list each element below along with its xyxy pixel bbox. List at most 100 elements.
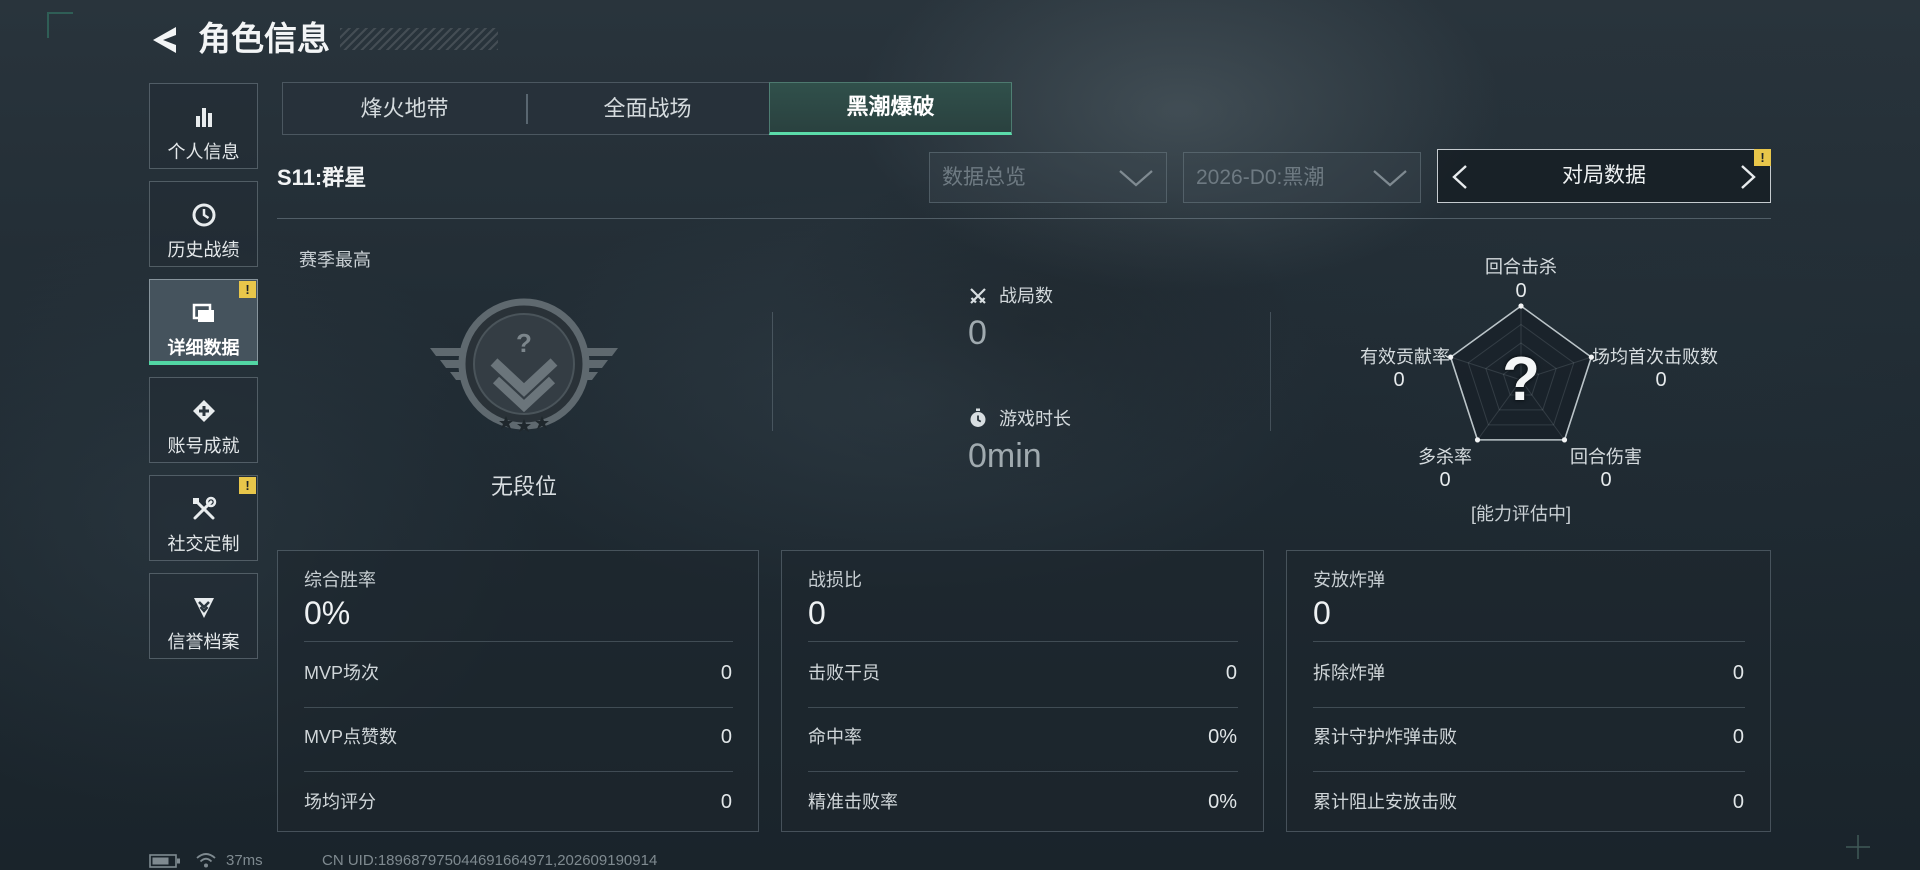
row-value: 0 [1732,726,1744,748]
row-label: 场均评分 [304,792,376,812]
dropdown-value: 数据总览 [942,166,1026,189]
row-label: MVP点赞数 [304,727,398,747]
tab-hazard-zone[interactable]: 烽火地带 [283,83,526,134]
panel-value: 0 [1313,595,1331,631]
stat-panel-kd-ratio: 战损比 0 击败干员 0 命中率 0% 精准击败率 0% [781,550,1264,832]
radar-status: [能力评估中] [1470,504,1571,524]
crossed-swords-icon [970,288,986,304]
alert-badge: ! [239,477,256,494]
title-decoration [340,28,498,50]
row-label: 精准击败率 [808,792,898,812]
sidebar-item-label: 信誉档案 [167,632,240,652]
chevron-down-icon [1373,170,1407,187]
page-title: 角色信息 [198,20,330,57]
panel-title: 综合胜率 [304,570,376,590]
row-value: 0 [1732,791,1744,813]
data-type-label: 对局数据 [1562,164,1646,187]
sidebar-item-achievements[interactable]: 账号成就 [149,377,258,463]
chevron-left-icon[interactable] [1450,164,1470,190]
radar-label-first-kills: 场均首次击败数 [1592,347,1718,367]
sidebar-item-detailed-data[interactable]: 详细数据 ! [149,279,258,365]
sidebar-item-label: 社交定制 [167,534,240,554]
row-value: 0 [1732,662,1744,684]
alert-badge: ! [1754,149,1771,166]
ability-radar: 回合击杀 0 场均首次击败数 0 回合伤害 0 多杀率 0 有效贡献率 0 ? … [1340,250,1740,530]
medal-icon [190,397,218,425]
radar-label-round-kills: 回合击杀 [1485,257,1557,277]
row-value: 0 [720,791,732,813]
radar-label-contribution: 有效贡献率 [1360,347,1450,367]
stopwatch-icon [970,408,986,427]
stat-panel-bomb-plants: 安放炸弹 0 拆除炸弹 0 累计守护炸弹击败 0 累计阻止安放击败 0 [1286,550,1771,832]
wrench-icon [190,495,218,523]
radar-value-first-kills: 0 [1655,369,1667,391]
radar-vertex-dot [1561,437,1568,443]
radar-value-multikill-rate: 0 [1439,469,1451,491]
radar-value-round-kills: 0 [1515,280,1527,302]
corner-bracket [47,12,73,38]
row-value: 0 [720,662,732,684]
sidebar-item-label: 历史战绩 [167,240,240,260]
panel-title: 安放炸弹 [1313,570,1385,590]
folder-icon [190,299,218,327]
row-label: 累计守护炸弹击败 [1313,727,1457,747]
row-divider [1313,771,1745,772]
chevron-left-icon [153,27,176,53]
radar-value-contribution: 0 [1393,369,1405,391]
radar-label-round-damage: 回合伤害 [1570,447,1642,467]
row-label: 击败干员 [808,663,880,683]
row-label: 累计阻止安放击败 [1313,792,1457,812]
sidebar-item-social-customize[interactable]: 社交定制 ! [149,475,258,561]
sidebar-item-label: 详细数据 [167,338,240,358]
radar-vertex-dot [1474,437,1481,443]
alert-badge: ! [239,281,256,298]
radar-label-multikill-rate: 多杀率 [1418,447,1472,467]
wifi-icon [196,853,216,868]
row-divider [808,641,1238,642]
row-value: 0 [720,726,732,748]
dropdown-value: 2026-D0:黑潮 [1196,166,1325,189]
sidebar-item-label: 个人信息 [167,142,240,162]
row-divider [808,771,1238,772]
chevron-down-icon [1119,170,1153,187]
radar-center-mark: ? [1502,345,1540,414]
section-divider [277,218,1771,219]
crosshair-icon [1846,835,1870,859]
row-label: 拆除炸弹 [1313,663,1385,683]
rank-tier: 无段位 [490,474,557,499]
bar-chart-icon [190,103,218,131]
playtime-value: 0min [968,437,1042,475]
tab-all-out-warfare[interactable]: 全面战场 [526,83,769,134]
rank-heading: 赛季最高 [299,250,371,270]
data-type-selector: 对局数据 ! [1437,149,1771,203]
matches-value: 0 [968,314,987,352]
tab-black-tide-demolition[interactable]: 黑潮爆破 [769,82,1012,135]
sidebar-item-credit-record[interactable]: 信誉档案 [149,573,258,659]
credit-badge-icon [190,593,218,621]
mode-tabs: 烽火地带 全面战场 黑潮爆破 [282,82,1012,135]
panel-value: 0 [808,595,826,631]
season-dropdown[interactable]: 2026-D0:黑潮 [1183,152,1421,203]
overview-dropdown[interactable]: 数据总览 [929,152,1167,203]
column-divider [772,312,773,431]
row-value: 0% [1208,791,1237,813]
row-value: 0% [1208,726,1237,748]
rank-emblem-icon: ? [430,298,618,432]
row-divider [1313,641,1745,642]
sidebar-item-profile[interactable]: 个人信息 [149,83,258,169]
latency-readout: 37ms [226,852,263,869]
playtime-label: 游戏时长 [999,409,1071,429]
rank-emblem-mark: ? [516,328,532,358]
season-label: S11:群星 [277,165,367,190]
stat-panel-win-rate: 综合胜率 0% MVP场次 0 MVP点赞数 0 场均评分 0 [277,550,759,832]
sidebar-item-history[interactable]: 历史战绩 [149,181,258,267]
back-button[interactable] [150,24,182,56]
chevron-right-icon[interactable] [1738,164,1758,190]
panel-title: 战损比 [808,570,862,590]
row-divider [304,771,733,772]
player-uid: CN UID:189687975044691664971,20260919091… [322,852,658,869]
row-divider [808,707,1238,708]
sidebar-item-label: 账号成就 [167,436,240,456]
row-label: 命中率 [808,727,862,747]
row-divider [1313,707,1745,708]
